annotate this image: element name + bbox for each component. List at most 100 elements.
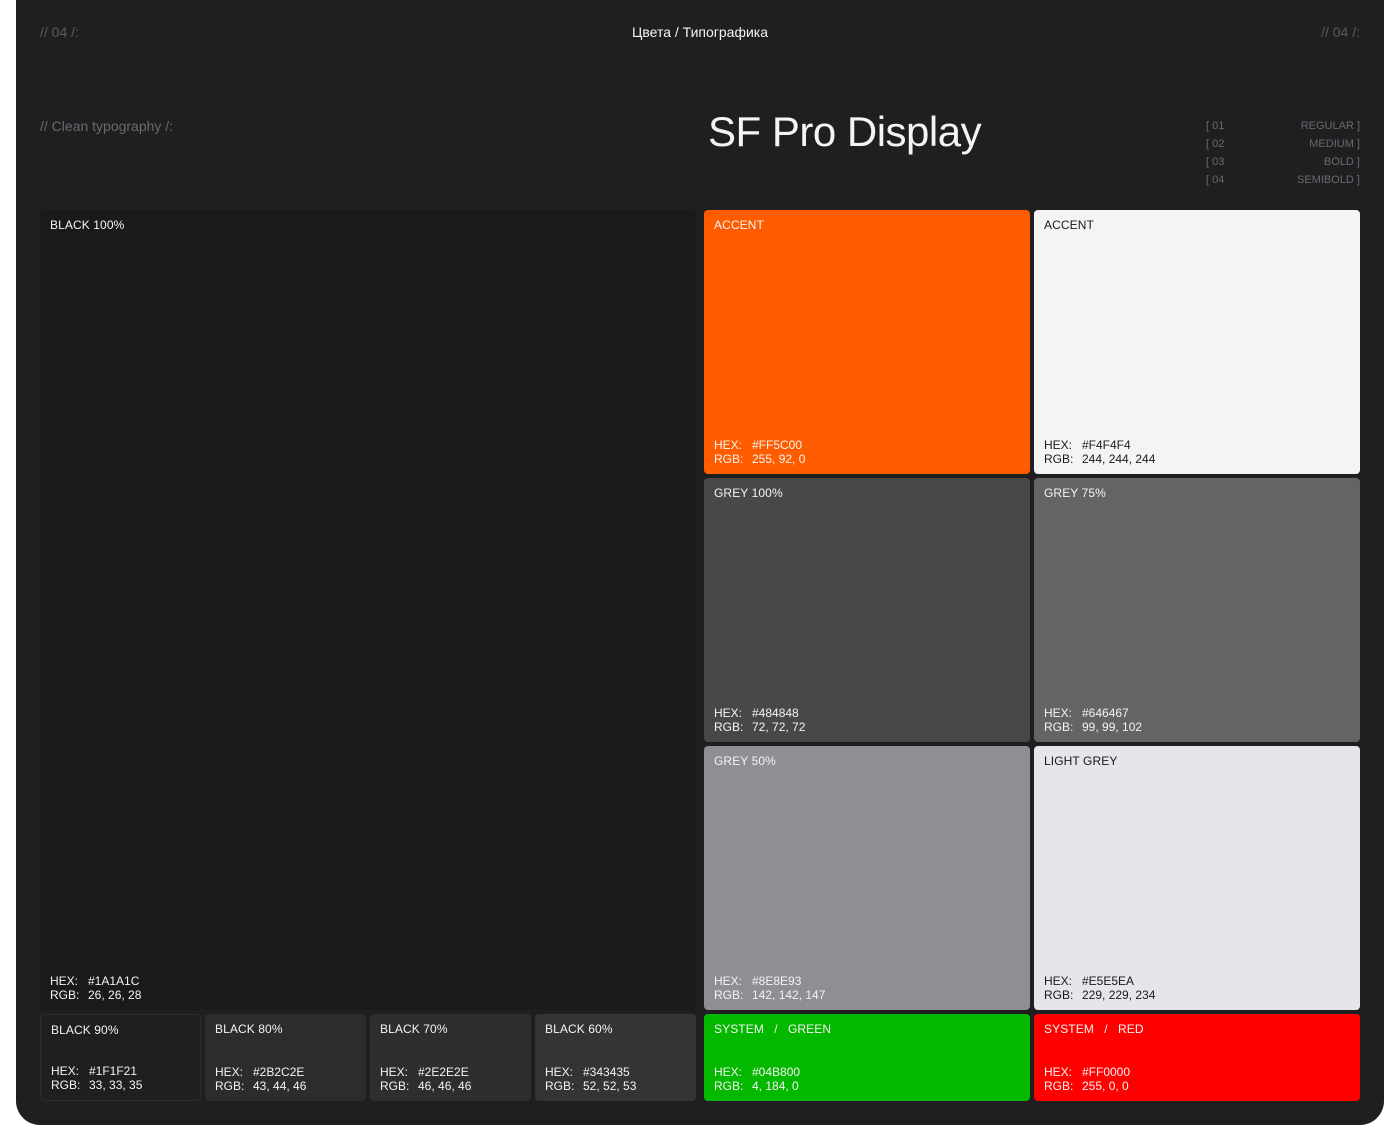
- swatch-values: HEX: #484848 RGB: 72, 72, 72: [714, 706, 805, 734]
- rgb-key: RGB:: [50, 988, 80, 1002]
- font-name: SF Pro Display: [708, 108, 982, 155]
- hex-key: HEX:: [51, 1064, 80, 1078]
- hex-key: HEX:: [714, 1065, 743, 1079]
- weight-number: [ 03: [1206, 156, 1225, 168]
- rgb-value: 26, 26, 28: [88, 988, 142, 1002]
- rgb-key: RGB:: [714, 1079, 744, 1093]
- swatch-values: HEX: #1A1A1C RGB: 26, 26, 28: [50, 974, 141, 1002]
- rgb-key: RGB:: [1044, 452, 1074, 466]
- weight-row: [ 02 MEDIUM ]: [1206, 135, 1360, 153]
- swatch-values: HEX: #E5E5EA RGB: 229, 229, 234: [1044, 974, 1155, 1002]
- rgb-value: 4, 184, 0: [752, 1079, 799, 1093]
- swatch-black-90: BLACK 90% HEX: #1F1F21 RGB: 33, 33, 35: [40, 1014, 201, 1101]
- weight-row: [ 03 BOLD ]: [1206, 153, 1360, 171]
- hex-value: #FF5C00: [752, 438, 803, 452]
- hex-value: #1A1A1C: [88, 974, 140, 988]
- palette-board: // 04 /: Цвета / Типографика // 04 /: //…: [16, 0, 1384, 1125]
- swatch-values: HEX: #04B800 RGB: 4, 184, 0: [714, 1065, 800, 1093]
- rgb-key: RGB:: [1044, 720, 1074, 734]
- swatch-values: HEX: #343435 RGB: 52, 52, 53: [545, 1065, 636, 1093]
- hex-value: #2E2E2E: [418, 1065, 469, 1079]
- weight-name: SEMIBOLD ]: [1297, 174, 1360, 186]
- swatch-values: HEX: #2B2C2E RGB: 43, 44, 46: [215, 1065, 306, 1093]
- swatch-system-red: SYSTEM / RED HEX: #FF0000 RGB: 255, 0, 0: [1034, 1014, 1360, 1101]
- swatch-values: HEX: #F4F4F4 RGB: 244, 244, 244: [1044, 438, 1155, 466]
- weight-number: [ 01: [1206, 120, 1225, 132]
- weight-name: REGULAR ]: [1300, 120, 1360, 132]
- rgb-key: RGB:: [714, 452, 744, 466]
- rgb-key: RGB:: [714, 988, 744, 1002]
- swatch-values: HEX: #2E2E2E RGB: 46, 46, 46: [380, 1065, 471, 1093]
- weight-number: [ 02: [1206, 138, 1225, 150]
- swatch-label: BLACK 90%: [51, 1023, 119, 1037]
- swatch-label: GREY 50%: [714, 754, 776, 768]
- typography-subtitle: // Clean typography /:: [40, 118, 174, 134]
- rgb-key: RGB:: [1044, 988, 1074, 1002]
- rgb-value: 255, 0, 0: [1082, 1079, 1129, 1093]
- weight-name: MEDIUM ]: [1309, 138, 1360, 150]
- weight-name: BOLD ]: [1323, 156, 1360, 168]
- rgb-value: 43, 44, 46: [253, 1079, 307, 1093]
- swatch-system-green: SYSTEM / GREEN HEX: #04B800 RGB: 4, 184, 0: [704, 1014, 1030, 1101]
- hex-value: #04B800: [752, 1065, 801, 1079]
- swatch-values: HEX: #FF0000 RGB: 255, 0, 0: [1044, 1065, 1130, 1093]
- hex-value: #E5E5EA: [1082, 974, 1135, 988]
- swatch-light-grey: LIGHT GREY HEX: #E5E5EA RGB: 229, 229, 234: [1034, 746, 1360, 1010]
- swatch-label: BLACK 100%: [50, 218, 125, 232]
- hex-key: HEX:: [380, 1065, 409, 1079]
- hex-key: HEX:: [1044, 1065, 1073, 1079]
- swatch-values: HEX: #FF5C00 RGB: 255, 92, 0: [714, 438, 805, 466]
- hex-key: HEX:: [714, 706, 743, 720]
- swatch-label: ACCENT: [1044, 218, 1094, 232]
- swatch-grey-50: GREY 50% HEX: #8E8E93 RGB: 142, 142, 147: [704, 746, 1030, 1010]
- hex-value: #484848: [752, 706, 799, 720]
- hex-key: HEX:: [1044, 706, 1073, 720]
- swatch-label: BLACK 60%: [545, 1022, 613, 1036]
- swatch-values: HEX: #1F1F21 RGB: 33, 33, 35: [51, 1064, 142, 1092]
- swatch-grey-100: GREY 100% HEX: #484848 RGB: 72, 72, 72: [704, 478, 1030, 742]
- hex-value: #2B2C2E: [253, 1065, 305, 1079]
- rgb-value: 99, 99, 102: [1082, 720, 1143, 734]
- rgb-value: 229, 229, 234: [1082, 988, 1156, 1002]
- hex-key: HEX:: [1044, 438, 1073, 452]
- swatch-label: SYSTEM / RED: [1044, 1022, 1144, 1036]
- rgb-value: 46, 46, 46: [418, 1079, 472, 1093]
- rgb-value: 244, 244, 244: [1082, 452, 1156, 466]
- rgb-value: 52, 52, 53: [583, 1079, 637, 1093]
- hex-value: #8E8E93: [752, 974, 802, 988]
- hex-value: #F4F4F4: [1082, 438, 1131, 452]
- swatch-label: GREY 100%: [714, 486, 783, 500]
- weight-row: [ 04 SEMIBOLD ]: [1206, 171, 1360, 189]
- swatch-black-70: BLACK 70% HEX: #2E2E2E RGB: 46, 46, 46: [370, 1014, 531, 1101]
- swatch-label: BLACK 70%: [380, 1022, 448, 1036]
- font-weights-list: [ 01 REGULAR ] [ 02 MEDIUM ] [ 03 BOLD ]…: [1206, 117, 1360, 189]
- hex-key: HEX:: [50, 974, 79, 988]
- swatch-label: SYSTEM / GREEN: [714, 1022, 832, 1036]
- hex-value: #FF0000: [1082, 1065, 1131, 1079]
- rgb-value: 142, 142, 147: [752, 988, 826, 1002]
- rgb-value: 72, 72, 72: [752, 720, 806, 734]
- swatch-black-60: BLACK 60% HEX: #343435 RGB: 52, 52, 53: [535, 1014, 696, 1101]
- rgb-key: RGB:: [1044, 1079, 1074, 1093]
- hex-value: #646467: [1082, 706, 1129, 720]
- hex-value: #343435: [583, 1065, 630, 1079]
- swatch-black-80: BLACK 80% HEX: #2B2C2E RGB: 43, 44, 46: [205, 1014, 366, 1101]
- rgb-key: RGB:: [714, 720, 744, 734]
- hex-key: HEX:: [545, 1065, 574, 1079]
- swatch-label: LIGHT GREY: [1044, 754, 1118, 768]
- hex-value: #1F1F21: [89, 1064, 138, 1078]
- rgb-key: RGB:: [51, 1078, 81, 1092]
- weight-number: [ 04: [1206, 174, 1225, 186]
- swatch-label: BLACK 80%: [215, 1022, 283, 1036]
- hex-key: HEX:: [1044, 974, 1073, 988]
- hex-key: HEX:: [215, 1065, 244, 1079]
- swatch-black-100: BLACK 100% HEX: #1A1A1C RGB: 26, 26, 28: [40, 210, 696, 1010]
- swatch-label: ACCENT: [714, 218, 764, 232]
- page-title: Цвета / Типографика: [631, 24, 769, 40]
- rgb-value: 33, 33, 35: [89, 1078, 143, 1092]
- swatch-accent-white: ACCENT HEX: #F4F4F4 RGB: 244, 244, 244: [1034, 210, 1360, 474]
- rgb-key: RGB:: [380, 1079, 410, 1093]
- swatch-label: GREY 75%: [1044, 486, 1106, 500]
- hex-key: HEX:: [714, 438, 743, 452]
- rgb-value: 255, 92, 0: [752, 452, 806, 466]
